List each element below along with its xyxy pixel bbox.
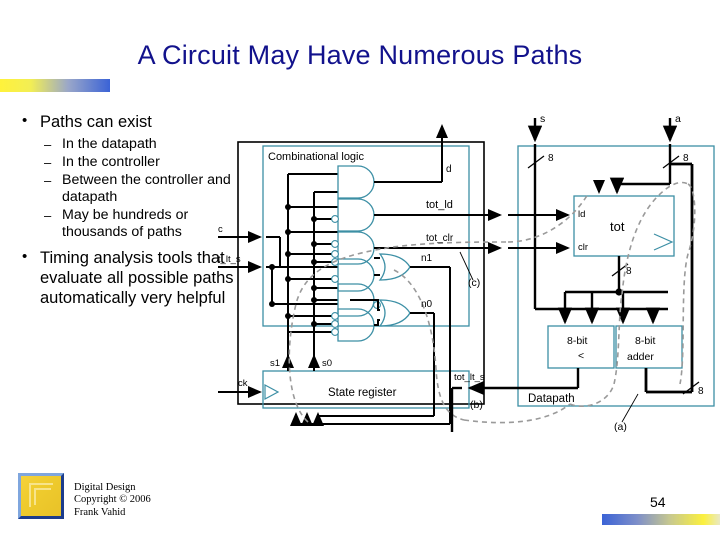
bullet-marker: •: [22, 248, 28, 265]
datapath-label: Datapath: [528, 393, 575, 405]
inverter-bubble: [331, 250, 339, 258]
or-gate: [378, 253, 411, 281]
and-gate: [337, 308, 375, 342]
bullet-text: Between the controller and datapath: [62, 172, 231, 205]
register-clock-icon: [653, 233, 674, 251]
bullet-marker: •: [22, 112, 28, 129]
credit-line-3: Frank Vahid: [74, 506, 126, 518]
credit-line-1: Digital Design: [74, 482, 136, 493]
and-gate: [337, 198, 375, 232]
inverter-bubble: [331, 328, 339, 336]
bullet-text: In the controller: [62, 154, 160, 170]
bullet-text: May be hundreds or thousands of paths: [62, 207, 189, 240]
logo-inner-shape-2: [34, 488, 51, 505]
bus-width-label-a: 8: [683, 153, 689, 164]
highlight-path-datapath: [569, 181, 689, 408]
annotation-b: (b): [470, 399, 483, 411]
input-label-c: c: [218, 224, 223, 235]
state-register-label: State register: [328, 387, 397, 399]
bus-width-label-s: 8: [548, 153, 554, 164]
output-label-n1: n1: [421, 253, 433, 264]
bullet-item: – Between the controller and datapath: [14, 172, 244, 206]
inverter-bubble: [331, 240, 339, 248]
inverter-bubble: [331, 275, 339, 283]
clock-triangle-icon: [264, 383, 280, 401]
inverter-bubble: [331, 215, 339, 223]
annotation-a: (a): [614, 421, 627, 433]
highlight-path-controller-2: [393, 269, 465, 421]
bullet-item: – In the controller: [14, 154, 244, 171]
adder-label-line1: 8-bit: [635, 335, 656, 347]
bullet-item: – May be hundreds or thousands of paths: [14, 207, 244, 241]
bullet-marker: –: [44, 173, 52, 188]
output-label-n0: n0: [421, 299, 433, 310]
comparator-label-line1: 8-bit: [567, 335, 588, 347]
bullet-marker: –: [44, 155, 52, 170]
state-bit-label-s0: s0: [322, 358, 332, 369]
copyright-credit: Digital Design Copyright © 2006 Frank Va…: [74, 482, 151, 519]
input-label-ck: ck: [238, 378, 248, 389]
datapath-output-label: tot_lt_s: [454, 372, 485, 383]
bullet-list: • Paths can exist – In the datapath – In…: [14, 112, 244, 312]
bullet-item: • Timing analysis tools that evaluate al…: [14, 248, 244, 308]
slide-canvas: A Circuit May Have Numerous Paths • Path…: [0, 0, 720, 540]
bullet-text: In the datapath: [62, 136, 157, 152]
credit-line-2: Copyright © 2006: [74, 494, 151, 506]
datapath-input-label-s: s: [540, 113, 545, 125]
input-label-tot-lt-s: tot_lt_s: [218, 254, 241, 265]
tot-register-label: tot: [610, 219, 625, 234]
page-title: A Circuit May Have Numerous Paths: [137, 40, 583, 70]
inverter-bubble: [331, 320, 339, 328]
bus-width-label-tot-out: 8: [626, 266, 632, 277]
bus-width-label-adder-out: 8: [698, 386, 704, 397]
datapath-input-label-a: a: [675, 113, 681, 125]
register-port-clr: clr: [578, 242, 588, 253]
circuit-figure: Combinational logic State register c tot…: [218, 104, 720, 434]
publisher-logo: [18, 473, 64, 519]
adder-label-line2: adder: [627, 351, 654, 363]
output-label-tot-clr: tot_clr: [426, 233, 454, 244]
bullet-item: • Paths can exist: [14, 112, 244, 132]
or-gate: [378, 299, 411, 327]
inverter-bubble: [331, 312, 339, 320]
page-number: 54: [650, 494, 666, 510]
combinational-logic-label: Combinational logic: [268, 151, 364, 163]
title-accent-bar: [0, 79, 110, 92]
annotation-c: (c): [468, 277, 480, 289]
bullet-text: Timing analysis tools that evaluate all …: [40, 249, 234, 307]
footer-accent-bar: [602, 514, 720, 525]
comparator-label-line2: <: [578, 350, 584, 362]
bullet-item: – In the datapath: [14, 136, 244, 153]
output-label-tot-ld: tot_ld: [426, 199, 453, 211]
register-port-ld: ld: [578, 209, 585, 220]
bullet-marker: –: [44, 137, 52, 152]
state-bit-label-s1: s1: [270, 358, 280, 369]
bullet-text: Paths can exist: [40, 113, 152, 131]
output-label-d: d: [446, 164, 452, 175]
and-gate: [337, 165, 375, 199]
bullet-marker: –: [44, 208, 52, 223]
highlight-path-c: [507, 193, 589, 243]
